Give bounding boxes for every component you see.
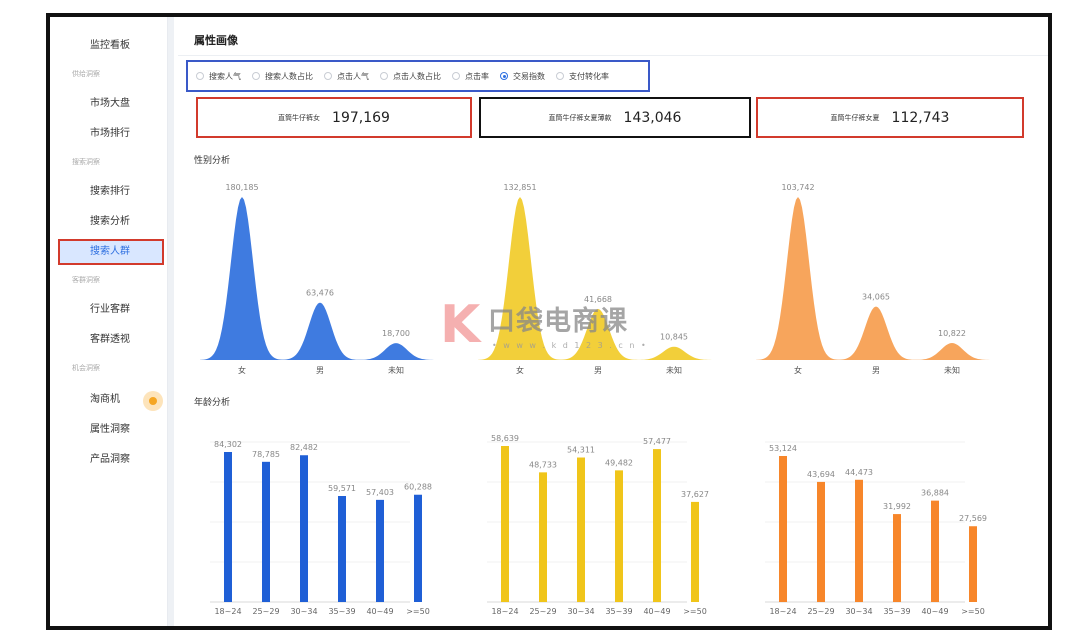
age-bar bbox=[817, 481, 825, 602]
axis-tick-label: 男 bbox=[316, 366, 324, 375]
data-label: 49,482 bbox=[605, 458, 633, 467]
sidebar-item[interactable]: 属性洞察 bbox=[58, 417, 164, 443]
axis-tick-label: 25~29 bbox=[807, 607, 834, 616]
data-label: 34,065 bbox=[862, 292, 890, 301]
sidebar-group-label: 机会洞察 bbox=[72, 364, 100, 372]
age-bar bbox=[691, 501, 699, 602]
data-label: 18,700 bbox=[382, 329, 410, 338]
age-bar bbox=[501, 446, 509, 602]
data-label: 10,845 bbox=[660, 333, 688, 342]
sidebar-item[interactable]: 产品洞察 bbox=[58, 447, 164, 473]
data-label: 54,311 bbox=[567, 446, 595, 455]
sidebar-item[interactable]: 搜索分析 bbox=[58, 209, 164, 235]
axis-tick-label: >=50 bbox=[961, 607, 985, 616]
data-label: 132,851 bbox=[503, 183, 536, 192]
data-label: 84,302 bbox=[214, 440, 242, 449]
age-bar bbox=[577, 457, 585, 602]
data-label: 180,185 bbox=[225, 183, 258, 192]
data-label: 58,639 bbox=[491, 434, 519, 443]
axis-tick-label: 40~49 bbox=[366, 607, 393, 616]
sidebar-item[interactable]: 行业客群 bbox=[58, 297, 164, 323]
main-panel: 属性画像 搜索人气 搜索人数占比 点击人气 点击人数占比 点击率 交易指数 支付转化率 直筒… bbox=[178, 17, 1048, 626]
age-bar bbox=[262, 461, 270, 602]
axis-tick-label: 40~49 bbox=[643, 607, 670, 616]
data-label: 44,473 bbox=[845, 468, 873, 477]
notification-dot-icon bbox=[143, 391, 163, 411]
age-bar bbox=[931, 500, 939, 602]
axis-tick-label: 未知 bbox=[666, 365, 682, 375]
data-label: 48,733 bbox=[529, 460, 557, 469]
axis-tick-label: >=50 bbox=[406, 607, 430, 616]
axis-tick-label: 女 bbox=[794, 365, 802, 375]
sidebar: 监控看板供给洞察市场大盘市场排行搜索洞察搜索排行搜索分析搜索人群客群洞察行业客群… bbox=[50, 17, 168, 626]
sidebar-item[interactable]: 市场排行 bbox=[58, 121, 164, 147]
data-label: 103,742 bbox=[781, 183, 814, 192]
axis-tick-label: 男 bbox=[594, 366, 602, 375]
axis-tick-label: 男 bbox=[872, 366, 880, 375]
axis-tick-label: 35~39 bbox=[328, 607, 355, 616]
data-label: 43,694 bbox=[807, 470, 835, 479]
axis-tick-label: 30~34 bbox=[567, 607, 594, 616]
axis-tick-label: 25~29 bbox=[252, 607, 279, 616]
axis-tick-label: 25~29 bbox=[529, 607, 556, 616]
sidebar-item[interactable]: 搜索排行 bbox=[58, 179, 164, 205]
axis-tick-label: 35~39 bbox=[605, 607, 632, 616]
axis-tick-label: 30~34 bbox=[290, 607, 317, 616]
data-label: 60,288 bbox=[404, 483, 432, 492]
axis-tick-label: 40~49 bbox=[921, 607, 948, 616]
axis-tick-label: 30~34 bbox=[845, 607, 872, 616]
age-bar bbox=[224, 452, 232, 602]
data-label: 82,482 bbox=[290, 443, 318, 452]
age-bar bbox=[779, 456, 787, 602]
axis-tick-label: 女 bbox=[238, 365, 246, 375]
app-window: 监控看板供给洞察市场大盘市场排行搜索洞察搜索排行搜索分析搜索人群客群洞察行业客群… bbox=[46, 13, 1052, 630]
age-bar bbox=[615, 470, 623, 602]
data-label: 53,124 bbox=[769, 444, 797, 453]
data-label: 10,822 bbox=[938, 329, 966, 338]
axis-tick-label: 未知 bbox=[388, 365, 404, 375]
age-bar bbox=[300, 455, 308, 602]
sidebar-item[interactable]: 市场大盘 bbox=[58, 91, 164, 117]
data-label: 63,476 bbox=[306, 289, 334, 298]
age-bar bbox=[338, 496, 346, 602]
data-label: 36,884 bbox=[921, 489, 949, 498]
data-label: 41,668 bbox=[584, 295, 612, 304]
data-label: 59,571 bbox=[328, 484, 356, 493]
sidebar-group-label: 客群洞察 bbox=[72, 276, 100, 284]
age-bar bbox=[539, 472, 547, 602]
age-bar bbox=[893, 514, 901, 602]
sidebar-item[interactable]: 客群透视 bbox=[58, 327, 164, 353]
data-label: 57,477 bbox=[643, 437, 671, 446]
data-label: 57,403 bbox=[366, 488, 394, 497]
axis-tick-label: >=50 bbox=[683, 607, 707, 616]
data-label: 37,627 bbox=[681, 490, 709, 499]
axis-tick-label: 35~39 bbox=[883, 607, 910, 616]
sidebar-item[interactable]: 监控看板 bbox=[58, 33, 164, 59]
age-bar bbox=[969, 526, 977, 602]
sidebar-item[interactable]: 搜索人群 bbox=[58, 239, 164, 265]
axis-tick-label: 18~24 bbox=[491, 607, 518, 616]
axis-tick-label: 18~24 bbox=[214, 607, 241, 616]
axis-tick-label: 未知 bbox=[944, 365, 960, 375]
sidebar-group-label: 供给洞察 bbox=[72, 70, 100, 78]
axis-tick-label: 女 bbox=[516, 365, 524, 375]
data-label: 78,785 bbox=[252, 450, 280, 459]
age-bar bbox=[376, 499, 384, 602]
data-label: 27,569 bbox=[959, 514, 987, 523]
sidebar-divider bbox=[168, 17, 174, 626]
age-bar bbox=[855, 479, 863, 602]
axis-tick-label: 18~24 bbox=[769, 607, 796, 616]
charts-canvas: 180,185 女 63,476 男 18,700 未知 132,851 女 41,668 男 10… bbox=[200, 183, 996, 616]
age-bar bbox=[414, 494, 422, 602]
data-label: 31,992 bbox=[883, 502, 911, 511]
age-bar bbox=[653, 449, 661, 602]
sidebar-group-label: 搜索洞察 bbox=[72, 158, 100, 166]
